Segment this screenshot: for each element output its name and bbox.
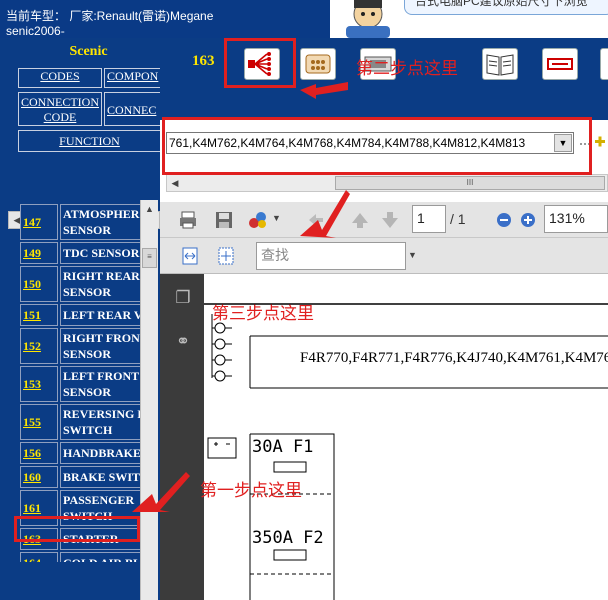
- step2-arrow-icon: [300, 82, 348, 99]
- step1-arrow-icon: [132, 472, 190, 512]
- annotation-arrows: [132, 82, 350, 512]
- step3-arrow-icon: [300, 190, 350, 238]
